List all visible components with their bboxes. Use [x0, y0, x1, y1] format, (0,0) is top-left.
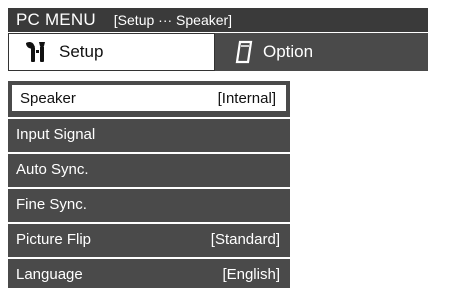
option-card-icon: [235, 40, 253, 64]
menu-item-speaker[interactable]: Speaker [Internal]: [10, 83, 288, 113]
tab-option[interactable]: Option: [215, 33, 428, 71]
menu-item-label: Picture Flip: [16, 230, 92, 248]
setup-tool-icon: [23, 40, 49, 64]
menu-item-value: [Standard]: [210, 230, 280, 248]
menu-item-value: [Internal]: [217, 89, 276, 107]
menu-item-auto-sync[interactable]: Auto Sync.: [8, 154, 290, 184]
tab-setup-label: Setup: [59, 42, 104, 61]
menu-item-label: Language: [16, 265, 83, 283]
menu-item-label: Fine Sync.: [16, 195, 87, 213]
tab-setup[interactable]: Setup: [8, 33, 215, 71]
breadcrumb: [Setup ··· Speaker]: [113, 12, 233, 28]
menu-panel: Speaker [Internal] Input Signal Auto Syn…: [8, 81, 290, 288]
menu-item-label: Speaker: [20, 89, 76, 107]
title-bar: PC MENU [Setup ··· Speaker]: [8, 8, 428, 32]
menu-title: PC MENU: [16, 10, 96, 29]
menu-item-value: [English]: [222, 265, 280, 283]
menu-item-label: Auto Sync.: [16, 160, 89, 178]
pc-menu-osd: PC MENU [Setup ··· Speaker] Setup Option…: [0, 0, 474, 288]
menu-item-picture-flip[interactable]: Picture Flip [Standard]: [8, 224, 290, 254]
menu-item-input-signal[interactable]: Input Signal: [8, 119, 290, 149]
menu-tabs: Setup Option: [8, 33, 428, 73]
menu-item-label: Input Signal: [16, 125, 96, 143]
menu-item-fine-sync[interactable]: Fine Sync.: [8, 189, 290, 219]
menu-item-language[interactable]: Language [English]: [8, 259, 290, 289]
tab-option-label: Option: [263, 42, 314, 61]
